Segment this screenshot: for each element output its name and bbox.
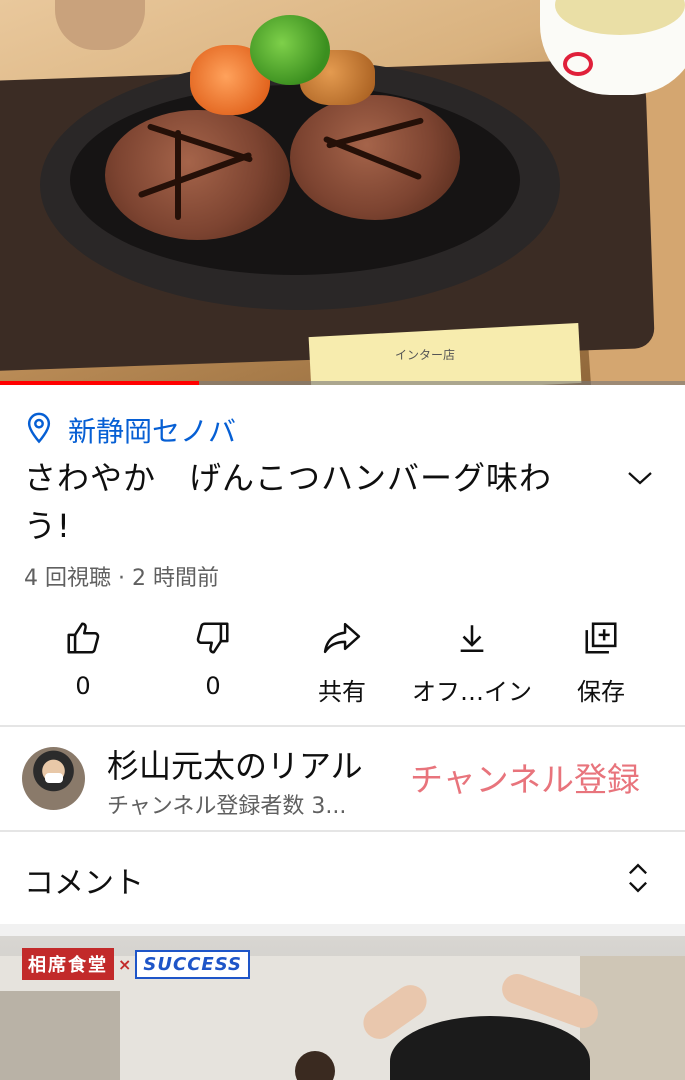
thumb-down-icon — [143, 615, 283, 660]
share-label: 共有 — [318, 678, 366, 706]
broccoli-garnish — [250, 15, 330, 85]
cup-logo — [563, 52, 593, 76]
save-button[interactable]: 保存 — [531, 615, 671, 710]
like-button[interactable]: 0 — [13, 615, 153, 710]
share-button[interactable]: 共有 — [272, 615, 412, 710]
video-player[interactable]: インター店 — [0, 0, 685, 385]
chevron-down-icon — [625, 468, 655, 492]
subscribe-button[interactable]: チャンネル登録 — [410, 753, 640, 801]
like-count: 0 — [75, 672, 91, 700]
expand-description-button[interactable] — [620, 460, 660, 500]
download-icon — [402, 615, 542, 660]
video-title[interactable]: さわやか げんこつハンバーグ味わう! — [24, 454, 594, 550]
hamburg-patty-right — [290, 95, 460, 220]
offline-button[interactable]: オフ…イン — [402, 615, 542, 710]
badge-x: × — [118, 954, 132, 974]
section-gap — [0, 924, 685, 936]
action-bar: 0 0 共有 オフ…イン 保存 — [0, 615, 685, 715]
share-icon — [272, 615, 412, 660]
playlist-add-icon — [531, 615, 671, 660]
channel-name[interactable]: 杉山元太のリアル — [107, 741, 397, 787]
hamburg-patty-left — [105, 110, 290, 240]
location-label: 新静岡セノバ — [68, 415, 237, 448]
unfold-icon — [624, 863, 652, 900]
save-label: 保存 — [577, 678, 625, 706]
placemat-text: インター店 — [395, 348, 456, 362]
location-pin-icon — [24, 412, 54, 448]
progress-bar-fill — [0, 381, 199, 385]
thumb-up-icon — [13, 615, 153, 660]
next-video-thumbnail[interactable]: 相席食堂 × SUCCESS — [0, 936, 685, 1080]
location-link[interactable]: 新静岡セノバ — [24, 410, 236, 450]
video-meta: 4 回視聴 · 2 時間前 — [24, 566, 219, 591]
program-badge: 相席食堂 × SUCCESS — [22, 948, 250, 980]
offline-label: オフ…イン — [412, 678, 532, 706]
dislike-count: 0 — [205, 672, 221, 700]
progress-bar[interactable] — [0, 381, 685, 385]
avatar[interactable] — [22, 747, 85, 810]
wooden-cup — [55, 0, 145, 50]
badge-left: 相席食堂 — [22, 948, 114, 980]
expand-comments-button[interactable] — [624, 860, 652, 900]
dislike-button[interactable]: 0 — [143, 615, 283, 710]
channel-row[interactable]: 杉山元太のリアル チャンネル登録者数 3... チャンネル登録 — [0, 727, 685, 830]
comments-header[interactable]: コメント — [0, 832, 685, 924]
badge-right: SUCCESS — [135, 949, 250, 979]
comments-label: コメント — [24, 866, 144, 901]
subscriber-count: チャンネル登録者数 3... — [107, 794, 347, 819]
